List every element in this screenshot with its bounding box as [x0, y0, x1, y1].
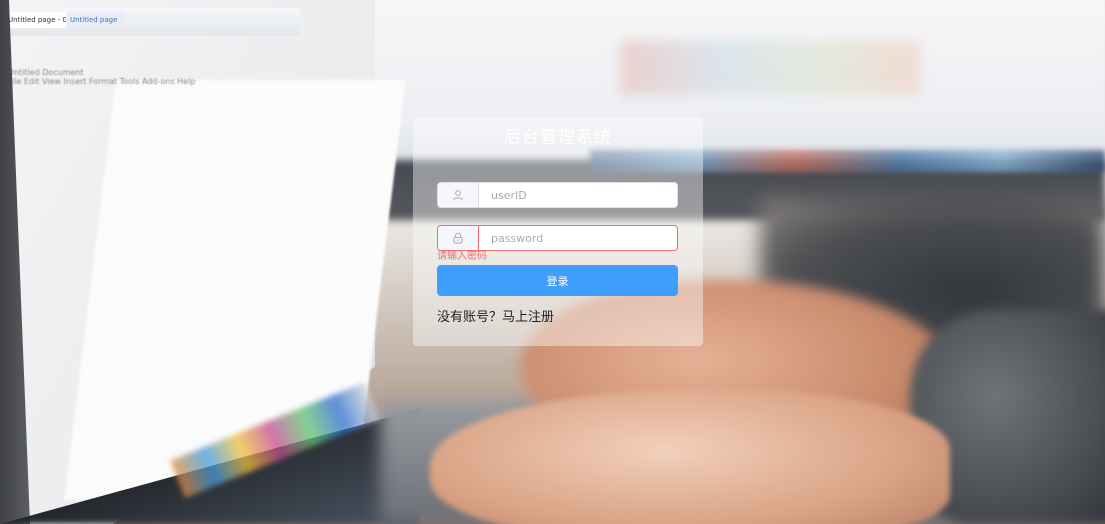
password-input[interactable] — [479, 226, 677, 250]
background-laptop-menu-bar: File Edit View Insert Format Tools Add-o… — [8, 77, 196, 86]
password-error-message: 请输入密码 — [437, 251, 487, 262]
lock-icon — [438, 226, 479, 250]
username-input[interactable] — [479, 183, 677, 207]
user-icon — [438, 183, 479, 207]
register-link[interactable]: 没有账号？马上注册 — [437, 306, 554, 325]
background-laptop-tab: Untitled page — [66, 12, 126, 28]
page-title: 后台管理系统 — [504, 128, 612, 148]
background-laptop-doc-title: Untitled Document — [8, 68, 84, 77]
background-laptop-menu: Untitled Document File Edit View Insert … — [8, 68, 248, 128]
username-field[interactable] — [437, 182, 678, 208]
password-field[interactable] — [437, 225, 678, 251]
login-panel: 后台管理系统 请输入密码 登录 没有账号？马上注册 — [413, 117, 703, 346]
background-laptop-tab: Untitled page - Google Docs — [4, 12, 66, 28]
login-button[interactable]: 登录 — [437, 265, 678, 296]
background-monitor-content — [620, 40, 920, 95]
